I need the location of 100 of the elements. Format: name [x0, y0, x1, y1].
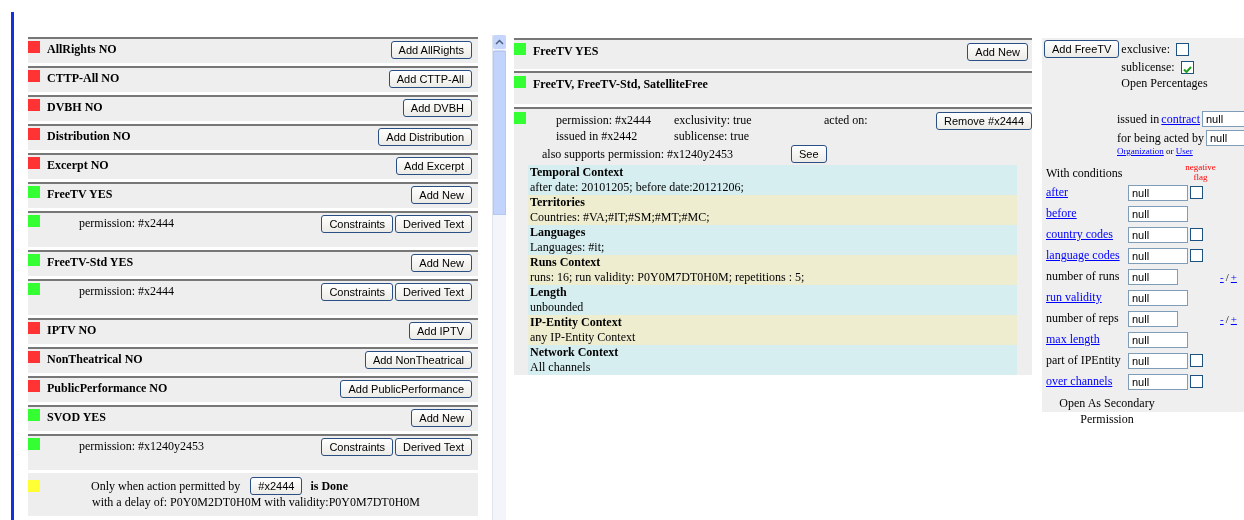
right-title: FreeTV-Std YES — [47, 254, 135, 270]
right-title: DVBH NO — [47, 99, 104, 115]
permission-label: permission: #x1240y2453 — [78, 438, 205, 454]
add-button[interactable]: Add Distribution — [378, 128, 472, 146]
condition-link[interactable]: max length — [1046, 332, 1128, 347]
permission-button[interactable]: Derived Text — [395, 215, 472, 233]
permission-button[interactable]: Derived Text — [395, 283, 472, 301]
add-button[interactable]: Add NonTheatrical — [364, 351, 472, 369]
condition-field[interactable]: null — [1128, 184, 1188, 201]
right-title: SVOD YES — [47, 409, 107, 425]
checkbox[interactable] — [1190, 375, 1203, 388]
condition-link[interactable]: over channels — [1046, 374, 1128, 389]
permission-button[interactable]: Constraints — [321, 215, 394, 233]
context-title: Network Context — [530, 345, 620, 360]
permission-button[interactable]: Constraints — [321, 438, 394, 456]
right-title: IPTV NO — [47, 322, 98, 338]
actor-field[interactable]: null — [1205, 130, 1244, 146]
context-text: Languages: #it; — [530, 240, 605, 254]
checkbox[interactable] — [1175, 42, 1189, 56]
exclusivity-text: exclusivity: true — [674, 112, 753, 128]
exclusive-label: exclusive: — [1121, 41, 1170, 58]
open-percentages-label: Open Percentages — [1121, 76, 1209, 91]
context-text: after date: 20101205; before date:20121206; — [530, 180, 744, 194]
or-text: or — [1166, 146, 1174, 156]
right-title: AllRights NO — [47, 41, 118, 57]
contract-field[interactable]: null — [1202, 111, 1244, 127]
condition-field[interactable]: null — [1128, 247, 1188, 264]
context-text: Countries: #VA;#IT;#SM;#MT;#MC; — [530, 210, 710, 224]
plus-link[interactable]: + — [1230, 312, 1237, 325]
condition-field[interactable]: null — [1128, 268, 1178, 285]
remove-button[interactable]: Remove #x2444 — [936, 112, 1033, 130]
add-button[interactable]: Add IPTV — [408, 322, 472, 340]
acted-on-label: acted on: — [824, 112, 869, 128]
add-button[interactable]: Add CTTP-All — [388, 70, 472, 88]
contract-link[interactable]: contract — [1161, 111, 1200, 127]
secondary-permission-link[interactable]: Open As Secondary Permission — [1042, 395, 1172, 427]
condition-link[interactable]: before — [1046, 206, 1128, 221]
sublicense-label: sublicense: — [1121, 59, 1175, 76]
context-title: Length — [530, 285, 568, 300]
condition-field[interactable]: null — [1128, 331, 1188, 348]
add-button[interactable]: Add FreeTV — [1044, 40, 1120, 58]
minus-link[interactable]: - — [1220, 312, 1224, 325]
negative-flag-label: negative flag — [1184, 162, 1217, 182]
add-button[interactable]: Add DVBH — [402, 99, 472, 117]
add-button[interactable]: Add New — [411, 254, 472, 272]
context-title: Languages — [530, 225, 587, 240]
condition-link[interactable]: after — [1046, 185, 1128, 200]
conditions-title: With conditions — [1046, 166, 1123, 181]
condition-link[interactable]: country codes — [1046, 227, 1128, 242]
separator-text: / — [1225, 312, 1229, 325]
acted-by-label: for being acted by — [1117, 130, 1204, 146]
add-button[interactable]: Add New — [967, 43, 1028, 61]
permission-id: permission: #x2444 — [556, 112, 652, 128]
see-button[interactable]: See — [791, 145, 827, 163]
sublicense-text: sublicense: true — [674, 128, 750, 144]
condition-label: number of runs — [1046, 269, 1121, 284]
scrollbar-drawing[interactable] — [493, 35, 506, 215]
plus-link[interactable]: + — [1230, 270, 1237, 283]
permission-link-button[interactable]: #x2444 — [250, 477, 303, 495]
minus-link[interactable]: - — [1220, 270, 1224, 283]
checkbox[interactable] — [1180, 60, 1194, 74]
right-title: NonTheatrical NO — [47, 351, 144, 367]
condition-link[interactable]: run validity — [1046, 290, 1128, 305]
permission-button[interactable]: Constraints — [321, 283, 394, 301]
context-text: any IP-Entity Context — [530, 330, 636, 344]
checkbox[interactable] — [1190, 228, 1203, 241]
condition-link[interactable]: language codes — [1046, 248, 1128, 263]
condition-field[interactable]: null — [1128, 373, 1188, 390]
permission-button[interactable]: Derived Text — [395, 438, 472, 456]
context-title: Runs Context — [530, 255, 602, 270]
condition-field[interactable]: null — [1128, 226, 1188, 243]
checkbox[interactable] — [1190, 249, 1203, 262]
context-title: IP-Entity Context — [530, 315, 623, 330]
right-title: Distribution NO — [47, 128, 132, 144]
add-button[interactable]: Add Excerpt — [396, 157, 472, 175]
right-title: FreeTV YES — [533, 43, 600, 59]
context-text: unbounded — [530, 300, 584, 314]
user-link[interactable]: User — [1175, 146, 1193, 156]
permission-label: permission: #x2444 — [78, 283, 175, 299]
organization-link[interactable]: Organization — [1117, 146, 1164, 156]
right-title: FreeTV, FreeTV-Std, SatelliteFree — [533, 76, 709, 92]
checkbox[interactable] — [1190, 354, 1203, 367]
add-button[interactable]: Add PublicPerformance — [340, 380, 472, 398]
condition-detail: with a delay of: P0Y0M2DT0H0M with validity:P0Y0M7DT0H0M — [91, 495, 420, 509]
add-button[interactable]: Add New — [411, 186, 472, 204]
right-title: Excerpt NO — [47, 157, 110, 173]
checkbox[interactable] — [1190, 186, 1203, 199]
condition-field[interactable]: null — [1128, 205, 1188, 222]
condition-status: is Done — [310, 478, 349, 494]
supports-text: also supports permission: #x1240y2453 — [542, 146, 733, 162]
right-title: PublicPerformance NO — [47, 380, 169, 396]
condition-field[interactable]: null — [1128, 310, 1178, 327]
add-button[interactable]: Add AllRights — [390, 41, 472, 59]
right-title: CTTP-All NO — [47, 70, 121, 86]
right-title: FreeTV YES — [47, 186, 114, 202]
condition-field[interactable]: null — [1128, 289, 1188, 306]
condition-field[interactable]: null — [1128, 352, 1188, 369]
condition-label: number of reps — [1046, 311, 1120, 326]
add-button[interactable]: Add New — [411, 409, 472, 427]
permission-label: permission: #x2444 — [78, 215, 175, 231]
